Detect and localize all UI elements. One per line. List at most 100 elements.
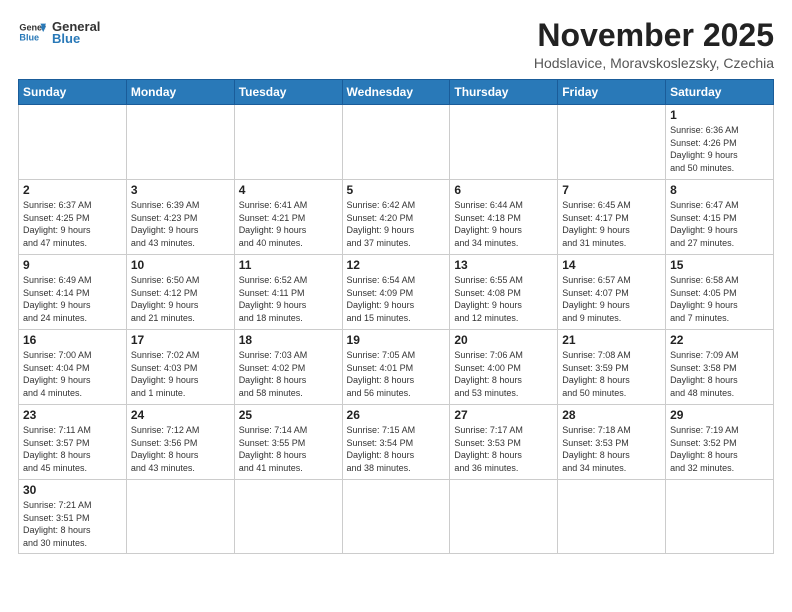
calendar-cell <box>19 105 127 180</box>
day-info: Sunrise: 6:44 AM Sunset: 4:18 PM Dayligh… <box>454 199 553 249</box>
calendar-cell <box>234 480 342 553</box>
calendar-cell: 17 Sunrise: 7:02 AM Sunset: 4:03 PM Dayli… <box>126 330 234 405</box>
day-info: Sunrise: 7:05 AM Sunset: 4:01 PM Dayligh… <box>347 349 446 399</box>
day-number: 7 <box>562 183 661 197</box>
calendar-cell: 18 Sunrise: 7:03 AM Sunset: 4:02 PM Dayli… <box>234 330 342 405</box>
day-number: 24 <box>131 408 230 422</box>
title-block: November 2025 Hodslavice, Moravskoslezsk… <box>534 18 774 71</box>
calendar-cell: 22Sunrise: 7:09 AM Sunset: 3:58 PM Dayli… <box>666 330 774 405</box>
calendar-cell: 5Sunrise: 6:42 AM Sunset: 4:20 PM Daylig… <box>342 180 450 255</box>
weekday-header-sunday: Sunday <box>19 80 127 105</box>
week-row-3: 9 Sunrise: 6:49 AM Sunset: 4:14 PM Daylig… <box>19 255 774 330</box>
day-number: 4 <box>239 183 338 197</box>
calendar-cell: 28Sunrise: 7:18 AM Sunset: 3:53 PM Dayli… <box>558 405 666 480</box>
weekday-header-friday: Friday <box>558 80 666 105</box>
calendar-cell <box>234 105 342 180</box>
day-info: Sunrise: 7:14 AM Sunset: 3:55 PM Dayligh… <box>239 424 338 474</box>
day-info: Sunrise: 6:41 AM Sunset: 4:21 PM Dayligh… <box>239 199 338 249</box>
logo: General Blue General Blue <box>18 18 100 46</box>
day-info: Sunrise: 6:36 AM Sunset: 4:26 PM Dayligh… <box>670 124 769 174</box>
calendar-cell: 11Sunrise: 6:52 AM Sunset: 4:11 PM Dayli… <box>234 255 342 330</box>
calendar-cell: 30 Sunrise: 7:21 AM Sunset: 3:51 PM Dayli… <box>19 480 127 553</box>
day-number: 16 <box>23 333 122 347</box>
calendar-cell <box>342 480 450 553</box>
week-row-6: 30 Sunrise: 7:21 AM Sunset: 3:51 PM Dayli… <box>19 480 774 553</box>
calendar-cell: 19 Sunrise: 7:05 AM Sunset: 4:01 PM Dayli… <box>342 330 450 405</box>
calendar-cell: 3 Sunrise: 6:39 AM Sunset: 4:23 PM Daylig… <box>126 180 234 255</box>
day-info: Sunrise: 7:12 AM Sunset: 3:56 PM Dayligh… <box>131 424 230 474</box>
day-info: Sunrise: 6:49 AM Sunset: 4:14 PM Dayligh… <box>23 274 122 324</box>
calendar-cell: 7 Sunrise: 6:45 AM Sunset: 4:17 PM Daylig… <box>558 180 666 255</box>
calendar-cell: 14Sunrise: 6:57 AM Sunset: 4:07 PM Dayli… <box>558 255 666 330</box>
day-number: 26 <box>347 408 446 422</box>
calendar-cell: 25Sunrise: 7:14 AM Sunset: 3:55 PM Dayli… <box>234 405 342 480</box>
weekday-header-thursday: Thursday <box>450 80 558 105</box>
main-title: November 2025 <box>534 18 774 53</box>
calendar-cell: 29 Sunrise: 7:19 AM Sunset: 3:52 PM Dayli… <box>666 405 774 480</box>
calendar-cell <box>342 105 450 180</box>
day-info: Sunrise: 7:06 AM Sunset: 4:00 PM Dayligh… <box>454 349 553 399</box>
calendar-cell: 26 Sunrise: 7:15 AM Sunset: 3:54 PM Dayli… <box>342 405 450 480</box>
day-number: 28 <box>562 408 661 422</box>
calendar-cell <box>450 480 558 553</box>
calendar-cell: 15Sunrise: 6:58 AM Sunset: 4:05 PM Dayli… <box>666 255 774 330</box>
day-info: Sunrise: 7:15 AM Sunset: 3:54 PM Dayligh… <box>347 424 446 474</box>
day-number: 3 <box>131 183 230 197</box>
calendar-cell: 13 Sunrise: 6:55 AM Sunset: 4:08 PM Dayli… <box>450 255 558 330</box>
calendar-cell: 1Sunrise: 6:36 AM Sunset: 4:26 PM Daylig… <box>666 105 774 180</box>
weekday-header-monday: Monday <box>126 80 234 105</box>
calendar-cell: 12Sunrise: 6:54 AM Sunset: 4:09 PM Dayli… <box>342 255 450 330</box>
header: General Blue General Blue November 2025 … <box>18 18 774 71</box>
day-info: Sunrise: 7:21 AM Sunset: 3:51 PM Dayligh… <box>23 499 122 549</box>
day-info: Sunrise: 6:47 AM Sunset: 4:15 PM Dayligh… <box>670 199 769 249</box>
calendar-cell: 6 Sunrise: 6:44 AM Sunset: 4:18 PM Daylig… <box>450 180 558 255</box>
day-number: 6 <box>454 183 553 197</box>
week-row-2: 2 Sunrise: 6:37 AM Sunset: 4:25 PM Daylig… <box>19 180 774 255</box>
calendar-cell: 4 Sunrise: 6:41 AM Sunset: 4:21 PM Daylig… <box>234 180 342 255</box>
day-number: 9 <box>23 258 122 272</box>
day-number: 29 <box>670 408 769 422</box>
day-info: Sunrise: 6:54 AM Sunset: 4:09 PM Dayligh… <box>347 274 446 324</box>
day-info: Sunrise: 6:58 AM Sunset: 4:05 PM Dayligh… <box>670 274 769 324</box>
calendar-cell: 23Sunrise: 7:11 AM Sunset: 3:57 PM Dayli… <box>19 405 127 480</box>
calendar-cell: 20Sunrise: 7:06 AM Sunset: 4:00 PM Dayli… <box>450 330 558 405</box>
day-number: 2 <box>23 183 122 197</box>
day-number: 5 <box>347 183 446 197</box>
calendar-cell: 27Sunrise: 7:17 AM Sunset: 3:53 PM Dayli… <box>450 405 558 480</box>
day-info: Sunrise: 7:02 AM Sunset: 4:03 PM Dayligh… <box>131 349 230 399</box>
logo-blue: Blue <box>52 31 100 46</box>
day-info: Sunrise: 6:45 AM Sunset: 4:17 PM Dayligh… <box>562 199 661 249</box>
weekday-header-saturday: Saturday <box>666 80 774 105</box>
calendar-cell: 2 Sunrise: 6:37 AM Sunset: 4:25 PM Daylig… <box>19 180 127 255</box>
day-info: Sunrise: 6:39 AM Sunset: 4:23 PM Dayligh… <box>131 199 230 249</box>
day-info: Sunrise: 6:50 AM Sunset: 4:12 PM Dayligh… <box>131 274 230 324</box>
week-row-1: 1Sunrise: 6:36 AM Sunset: 4:26 PM Daylig… <box>19 105 774 180</box>
day-number: 14 <box>562 258 661 272</box>
calendar-cell <box>666 480 774 553</box>
calendar-cell <box>450 105 558 180</box>
calendar-cell <box>558 105 666 180</box>
week-row-5: 23Sunrise: 7:11 AM Sunset: 3:57 PM Dayli… <box>19 405 774 480</box>
svg-text:Blue: Blue <box>19 32 39 42</box>
day-info: Sunrise: 7:00 AM Sunset: 4:04 PM Dayligh… <box>23 349 122 399</box>
day-number: 19 <box>347 333 446 347</box>
weekday-header-tuesday: Tuesday <box>234 80 342 105</box>
day-number: 8 <box>670 183 769 197</box>
day-number: 18 <box>239 333 338 347</box>
day-number: 11 <box>239 258 338 272</box>
calendar: SundayMondayTuesdayWednesdayThursdayFrid… <box>18 79 774 553</box>
calendar-cell: 10 Sunrise: 6:50 AM Sunset: 4:12 PM Dayli… <box>126 255 234 330</box>
week-row-4: 16 Sunrise: 7:00 AM Sunset: 4:04 PM Dayli… <box>19 330 774 405</box>
day-info: Sunrise: 7:19 AM Sunset: 3:52 PM Dayligh… <box>670 424 769 474</box>
day-number: 17 <box>131 333 230 347</box>
day-info: Sunrise: 7:03 AM Sunset: 4:02 PM Dayligh… <box>239 349 338 399</box>
day-info: Sunrise: 6:55 AM Sunset: 4:08 PM Dayligh… <box>454 274 553 324</box>
calendar-cell <box>126 480 234 553</box>
day-info: Sunrise: 6:37 AM Sunset: 4:25 PM Dayligh… <box>23 199 122 249</box>
day-number: 23 <box>23 408 122 422</box>
calendar-cell <box>126 105 234 180</box>
day-number: 22 <box>670 333 769 347</box>
day-number: 13 <box>454 258 553 272</box>
day-number: 30 <box>23 483 122 497</box>
day-number: 10 <box>131 258 230 272</box>
